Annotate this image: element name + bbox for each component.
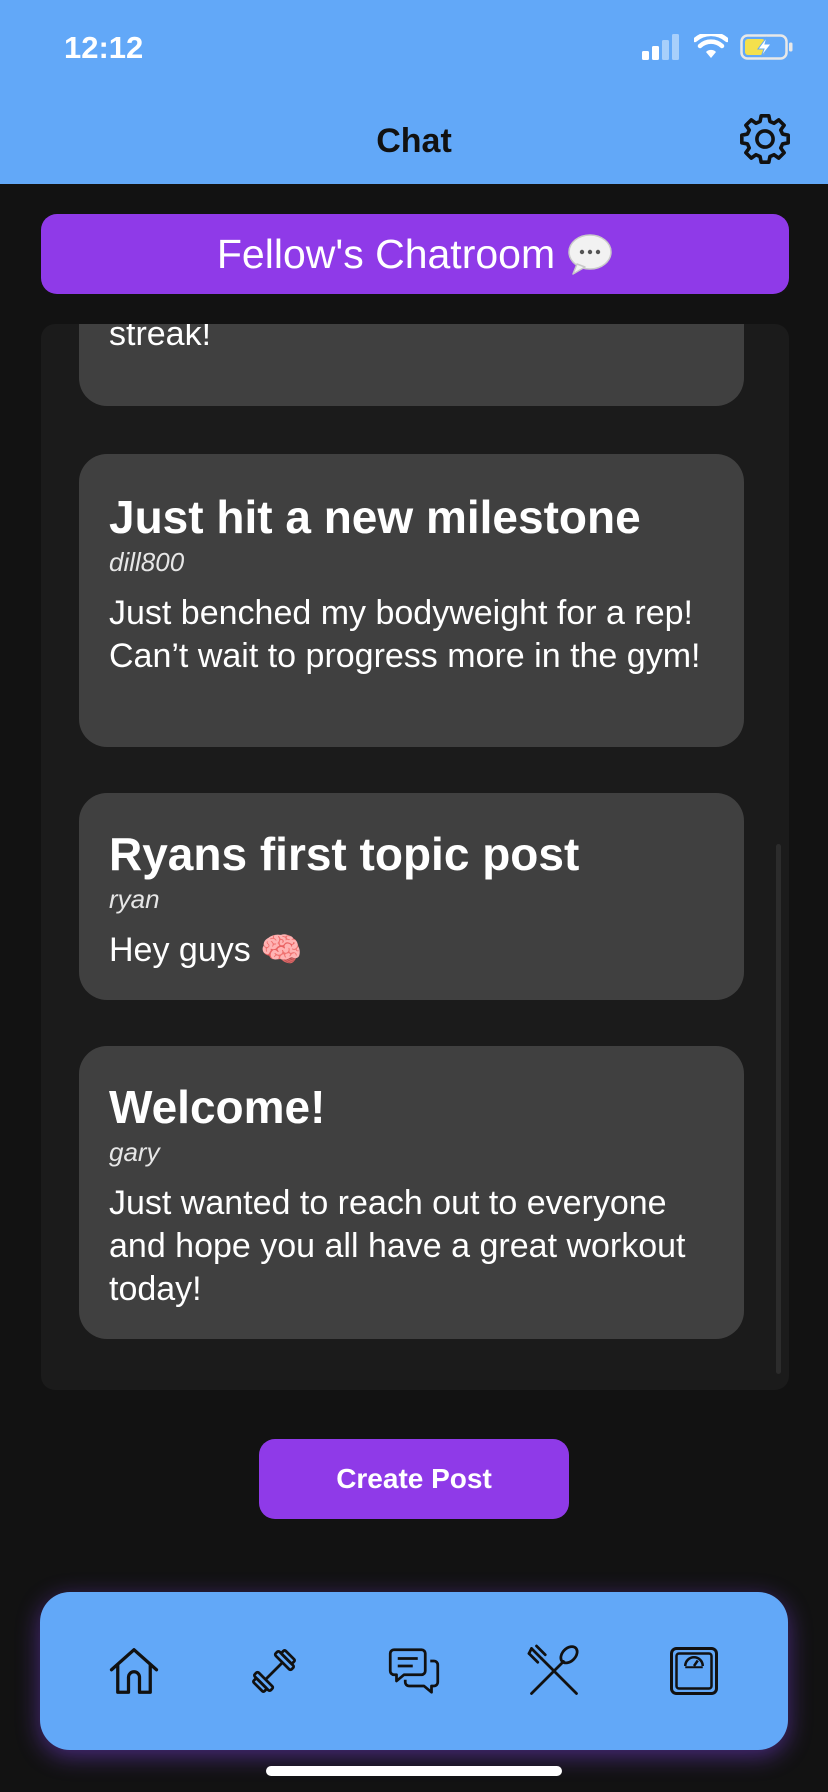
create-post-button[interactable]: Create Post <box>259 1439 569 1519</box>
post-body: Just benched my bodyweight for a rep! Ca… <box>109 594 701 675</box>
status-time: 12:12 <box>64 30 144 65</box>
post-title: Welcome! <box>109 1081 326 1133</box>
page-title: Chat <box>376 122 452 160</box>
status-icons <box>642 34 794 60</box>
chatroom-banner: Fellow's Chatroom <box>41 214 789 294</box>
tab-bar <box>40 1592 788 1750</box>
speech-bubble-icon <box>568 234 612 275</box>
fork-spoon-icon <box>527 1644 579 1695</box>
dumbbell-icon <box>252 1649 296 1693</box>
home-indicator[interactable] <box>266 1766 562 1776</box>
tab-nutrition[interactable] <box>514 1631 594 1711</box>
tab-workouts[interactable] <box>234 1631 314 1711</box>
chatroom-title: Fellow's Chatroom <box>216 230 556 277</box>
post-body: Just wanted to reach out to everyone and… <box>109 1184 686 1308</box>
post-body: Hey guys 🧠 <box>109 931 303 969</box>
scale-icon <box>670 1647 718 1695</box>
post-card[interactable]: Just hit a new milestone dill800 Just be… <box>79 454 744 747</box>
post-title: Ryans first topic post <box>109 828 580 880</box>
post-author: gary <box>109 1137 160 1167</box>
post-feed[interactable]: time you work out to maintain your strea… <box>41 324 789 1390</box>
chat-icon <box>388 1648 440 1694</box>
feed-scrollbar[interactable] <box>776 844 781 1374</box>
post-author: ryan <box>109 884 160 914</box>
wifi-icon <box>694 34 728 58</box>
tab-home[interactable] <box>94 1631 174 1711</box>
signal-icon <box>642 34 679 60</box>
post-body: time you work out to maintain your strea… <box>109 324 212 353</box>
tab-chat[interactable] <box>374 1631 454 1711</box>
post-card[interactable]: Ryans first topic post ryan Hey guys 🧠 <box>79 793 744 1000</box>
gear-icon <box>740 114 790 164</box>
status-bar: 12:12 <box>0 0 828 100</box>
settings-button[interactable] <box>738 112 792 166</box>
post-title: Just hit a new milestone <box>109 491 641 543</box>
tab-weight[interactable] <box>654 1631 734 1711</box>
post-card[interactable]: time you work out to maintain your strea… <box>79 324 744 406</box>
battery-charging-icon <box>740 34 793 60</box>
post-card[interactable]: Welcome! gary Just wanted to reach out t… <box>79 1046 744 1339</box>
post-author: dill800 <box>109 547 185 577</box>
nav-bar: Chat <box>0 100 828 184</box>
home-icon <box>109 1648 159 1694</box>
